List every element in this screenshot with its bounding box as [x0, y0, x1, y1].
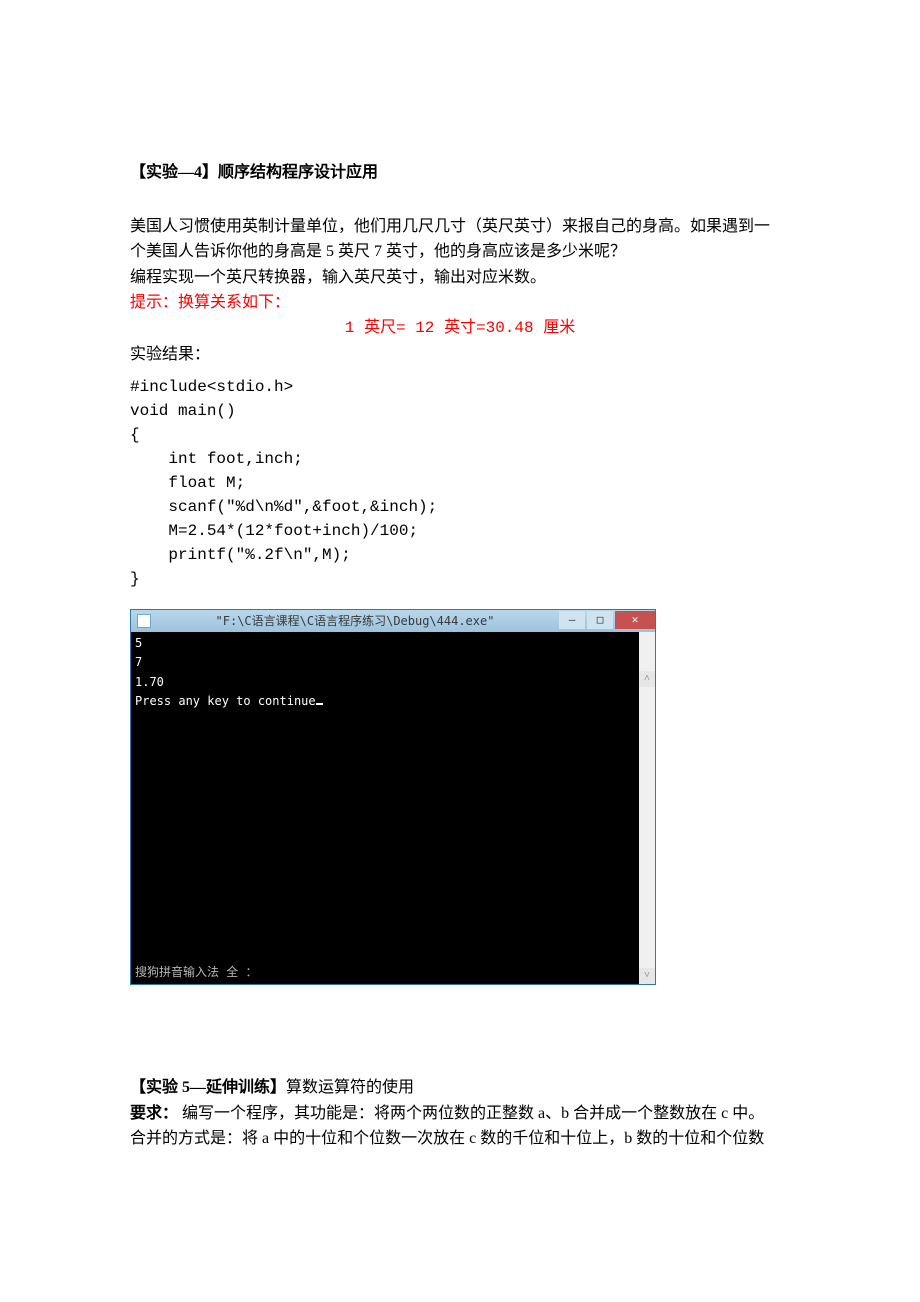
exp4-para3: 编程实现一个英尺转换器，输入英尺英寸，输出对应米数。	[130, 265, 790, 291]
maximize-button[interactable]: □	[587, 611, 613, 629]
exp5-req-line2: 合并的方式是：将 a 中的十位和个位数一次放在 c 数的千位和十位上，b 数的十…	[130, 1126, 790, 1152]
console-window: "F:\C语言课程\C语言程序练习\Debug\444.exe" — □ ✕ 5…	[130, 609, 656, 985]
cursor-icon	[316, 703, 323, 705]
minimize-button[interactable]: —	[559, 611, 585, 629]
exp4-hint: 提示：换算关系如下：	[130, 290, 790, 316]
exp5-heading-line: 【实验 5—延伸训练】算数运算符的使用	[130, 1075, 790, 1101]
exp4-result-label: 实验结果：	[130, 342, 790, 368]
exp5-req-line1: 要求： 编写一个程序，其功能是：将两个两位数的正整数 a、b 合并成一个整数放在…	[130, 1101, 790, 1127]
ime-status: 搜狗拼音输入法 全 ：	[135, 963, 257, 982]
scroll-down-icon[interactable]: ˅	[639, 968, 655, 984]
app-icon	[137, 614, 151, 628]
exp4-para2: 个美国人告诉你他的身高是 5 英尺 7 英寸，他的身高应该是多少米呢？	[130, 239, 790, 265]
exp5-heading: 【实验 5—延伸训练】	[130, 1079, 286, 1096]
console-title: "F:\C语言课程\C语言程序练习\Debug\444.exe"	[151, 612, 559, 631]
exp4-code: #include<stdio.h> void main() { int foot…	[130, 375, 790, 591]
exp4-para1: 美国人习惯使用英制计量单位，他们用几尺几寸（英尺英寸）来报自己的身高。如果遇到一	[130, 214, 790, 240]
scroll-up-icon[interactable]: ˄	[639, 671, 655, 687]
exp5-heading-rest: 算数运算符的使用	[286, 1079, 414, 1096]
close-button[interactable]: ✕	[615, 611, 655, 629]
console-body[interactable]: 5 7 1.70 Press any key to continue 搜狗拼音输…	[131, 632, 655, 984]
exp5-req-label: 要求：	[130, 1105, 178, 1122]
exp4-formula: 1 英尺= 12 英寸=30.48 厘米	[130, 316, 790, 342]
window-controls: — □ ✕	[559, 610, 655, 632]
exp4-heading: 【实验—4】顺序结构程序设计应用	[130, 160, 790, 186]
document-page: 【实验—4】顺序结构程序设计应用 美国人习惯使用英制计量单位，他们用几尺几寸（英…	[0, 0, 920, 1232]
console-output: 5 7 1.70 Press any key to continue	[135, 636, 316, 708]
console-titlebar[interactable]: "F:\C语言课程\C语言程序练习\Debug\444.exe" — □ ✕	[131, 610, 655, 632]
exp5-req-text1: 编写一个程序，其功能是：将两个两位数的正整数 a、b 合并成一个整数放在 c 中…	[178, 1105, 764, 1122]
vertical-scrollbar[interactable]: ˄ ˅	[639, 632, 655, 984]
